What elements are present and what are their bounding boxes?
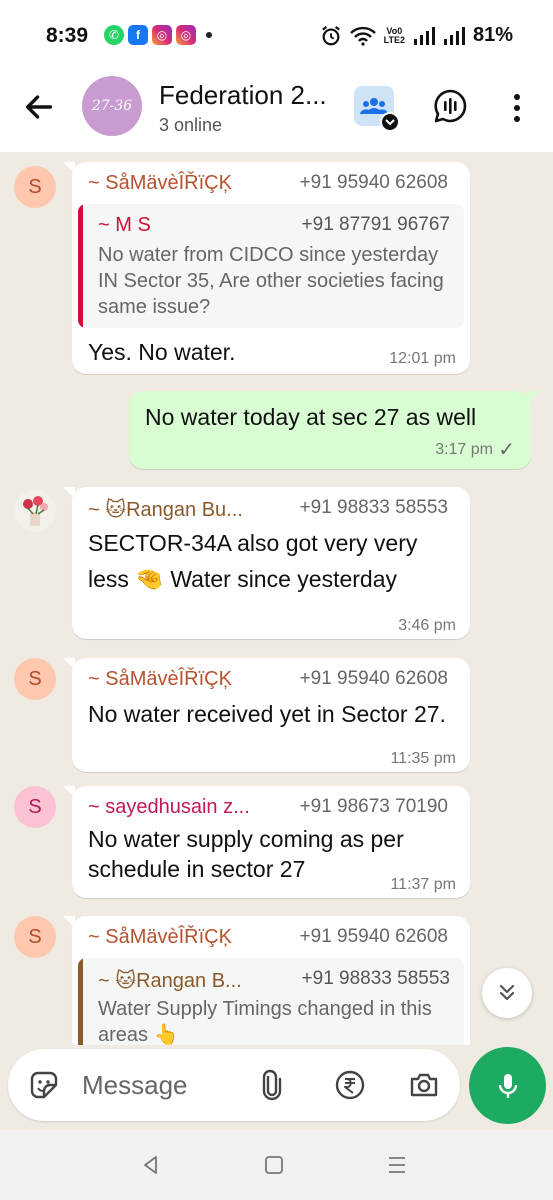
quoted-message[interactable]: ~ 🐱Rangan B... +91 98833 58553 Water Sup…	[78, 958, 464, 1045]
instagram-icon: ◎	[152, 25, 172, 45]
nav-recents-icon[interactable]	[386, 1154, 408, 1176]
system-navigation-bar	[0, 1130, 553, 1200]
whatsapp-icon: ✆	[104, 25, 124, 45]
sender-phone: +91 95940 62608	[299, 172, 448, 193]
sender-name[interactable]: ~ SåMävèÎŘïÇĶ	[88, 926, 232, 949]
outgoing-message-bubble[interactable]: No water today at sec 27 as well 3:17 pm…	[129, 391, 540, 469]
message-time: 11:37 pm	[390, 876, 456, 893]
sender-avatar[interactable]	[14, 490, 56, 532]
message-input[interactable]	[82, 1067, 242, 1103]
sender-avatar[interactable]: S	[14, 916, 56, 958]
status-bar: 8:39 ✆ f ◎ ◎ Vo0 LTE2 81%	[0, 0, 553, 70]
sender-phone: +91 95940 62608	[299, 926, 448, 947]
quoted-sender: ~ M S	[98, 214, 151, 236]
message-time: 3:46 pm	[398, 617, 456, 634]
scroll-to-bottom-button[interactable]	[482, 968, 532, 1018]
sender-phone: +91 98833 58553	[299, 497, 448, 518]
sender-name[interactable]: ~ SåMävèÎŘïÇĶ	[88, 172, 232, 195]
chat-messages[interactable]: S ~ SåMävèÎŘïÇĶ +91 95940 62608 ~ M S +9…	[0, 152, 553, 1045]
status-time: 8:39	[46, 24, 89, 47]
sender-phone: +91 95940 62608	[299, 668, 448, 689]
chevron-down-icon	[380, 112, 400, 132]
message-time: 11:35 pm	[390, 750, 456, 767]
chat-header: 27-36 Federation 2... 3 online	[0, 70, 553, 152]
sender-avatar[interactable]: S	[14, 786, 56, 828]
group-title[interactable]: Federation 2...	[159, 80, 327, 111]
voice-chat-icon[interactable]	[432, 88, 468, 124]
quoted-message[interactable]: ~ M S +91 87791 96767 No water from CIDC…	[78, 204, 464, 328]
signal-icon	[413, 26, 435, 45]
alarm-icon	[321, 25, 340, 45]
wifi-icon	[349, 26, 376, 46]
online-count[interactable]: 3 online	[159, 115, 222, 136]
quoted-text: Water Supply Timings changed in this are…	[98, 998, 432, 1045]
community-button[interactable]	[354, 86, 400, 132]
message-composer	[8, 1049, 460, 1121]
nav-back-icon[interactable]	[140, 1154, 162, 1176]
sender-avatar[interactable]: S	[14, 166, 56, 208]
instagram-icon: ◎	[176, 25, 196, 45]
facebook-icon: f	[128, 25, 148, 45]
group-avatar[interactable]: 27-36	[82, 76, 142, 136]
sender-name[interactable]: ~ sayedhusain z...	[88, 796, 250, 819]
message-text: SECTOR-34A also got very very less 🤏 Wat…	[88, 530, 418, 592]
quote-bar	[78, 958, 83, 1045]
signal-icon	[443, 26, 465, 45]
quoted-phone: +91 98833 58553	[301, 968, 450, 989]
message-text: No water today at sec 27 as well	[145, 404, 477, 430]
notification-icons: ✆ f ◎ ◎	[104, 25, 212, 45]
quoted-phone: +91 87791 96767	[301, 214, 450, 235]
message-bubble[interactable]: ~ SåMävèÎŘïÇĶ +91 95940 62608 No water r…	[63, 658, 470, 772]
voice-message-button[interactable]	[469, 1047, 546, 1124]
status-right: Vo0 LTE2 81%	[320, 24, 513, 47]
sticker-icon[interactable]	[28, 1069, 60, 1101]
quoted-text: No water from CIDCO since yesterday IN S…	[98, 244, 444, 318]
nav-home-icon[interactable]	[263, 1154, 285, 1176]
sender-avatar[interactable]: S	[14, 658, 56, 700]
message-time: 3:17 pm	[435, 441, 493, 458]
network-type: Vo0 LTE2	[383, 25, 405, 45]
camera-icon[interactable]	[408, 1069, 440, 1101]
more-options-icon[interactable]	[511, 92, 523, 124]
message-bubble[interactable]: ~ 🐱Rangan Bu... +91 98833 58553 SECTOR-3…	[63, 487, 470, 639]
quoted-sender: ~ 🐱Rangan B...	[98, 970, 242, 992]
message-text: Yes. No water.	[88, 339, 236, 365]
battery-level: 81%	[472, 24, 513, 46]
sender-phone: +91 98673 70190	[299, 796, 448, 817]
message-bubble[interactable]: ~ SåMävèÎŘïÇĶ +91 95940 62608 ~ M S +91 …	[63, 162, 470, 374]
more-notifications-dot	[206, 32, 212, 38]
message-text: No water received yet in Sector 27.	[88, 701, 446, 727]
quote-bar	[78, 204, 83, 328]
sender-name[interactable]: ~ 🐱Rangan Bu...	[88, 497, 243, 522]
flowers-avatar-icon	[23, 496, 48, 526]
message-bubble[interactable]: ~ SåMävèÎŘïÇĶ +91 95940 62608 ~ 🐱Rangan …	[63, 916, 470, 1045]
message-text: No water supply coming as per schedule i…	[88, 826, 404, 882]
sender-name[interactable]: ~ SåMävèÎŘïÇĶ	[88, 668, 232, 691]
attach-icon[interactable]	[256, 1069, 288, 1101]
message-bubble[interactable]: ~ sayedhusain z... +91 98673 70190 No wa…	[63, 786, 470, 898]
back-arrow-icon[interactable]	[22, 90, 56, 124]
message-time: 12:01 pm	[389, 350, 456, 367]
mic-icon	[498, 1073, 517, 1098]
rupee-icon[interactable]	[334, 1069, 366, 1101]
sent-check-icon: ✓	[498, 439, 515, 461]
double-chevron-down-icon	[499, 984, 515, 1001]
